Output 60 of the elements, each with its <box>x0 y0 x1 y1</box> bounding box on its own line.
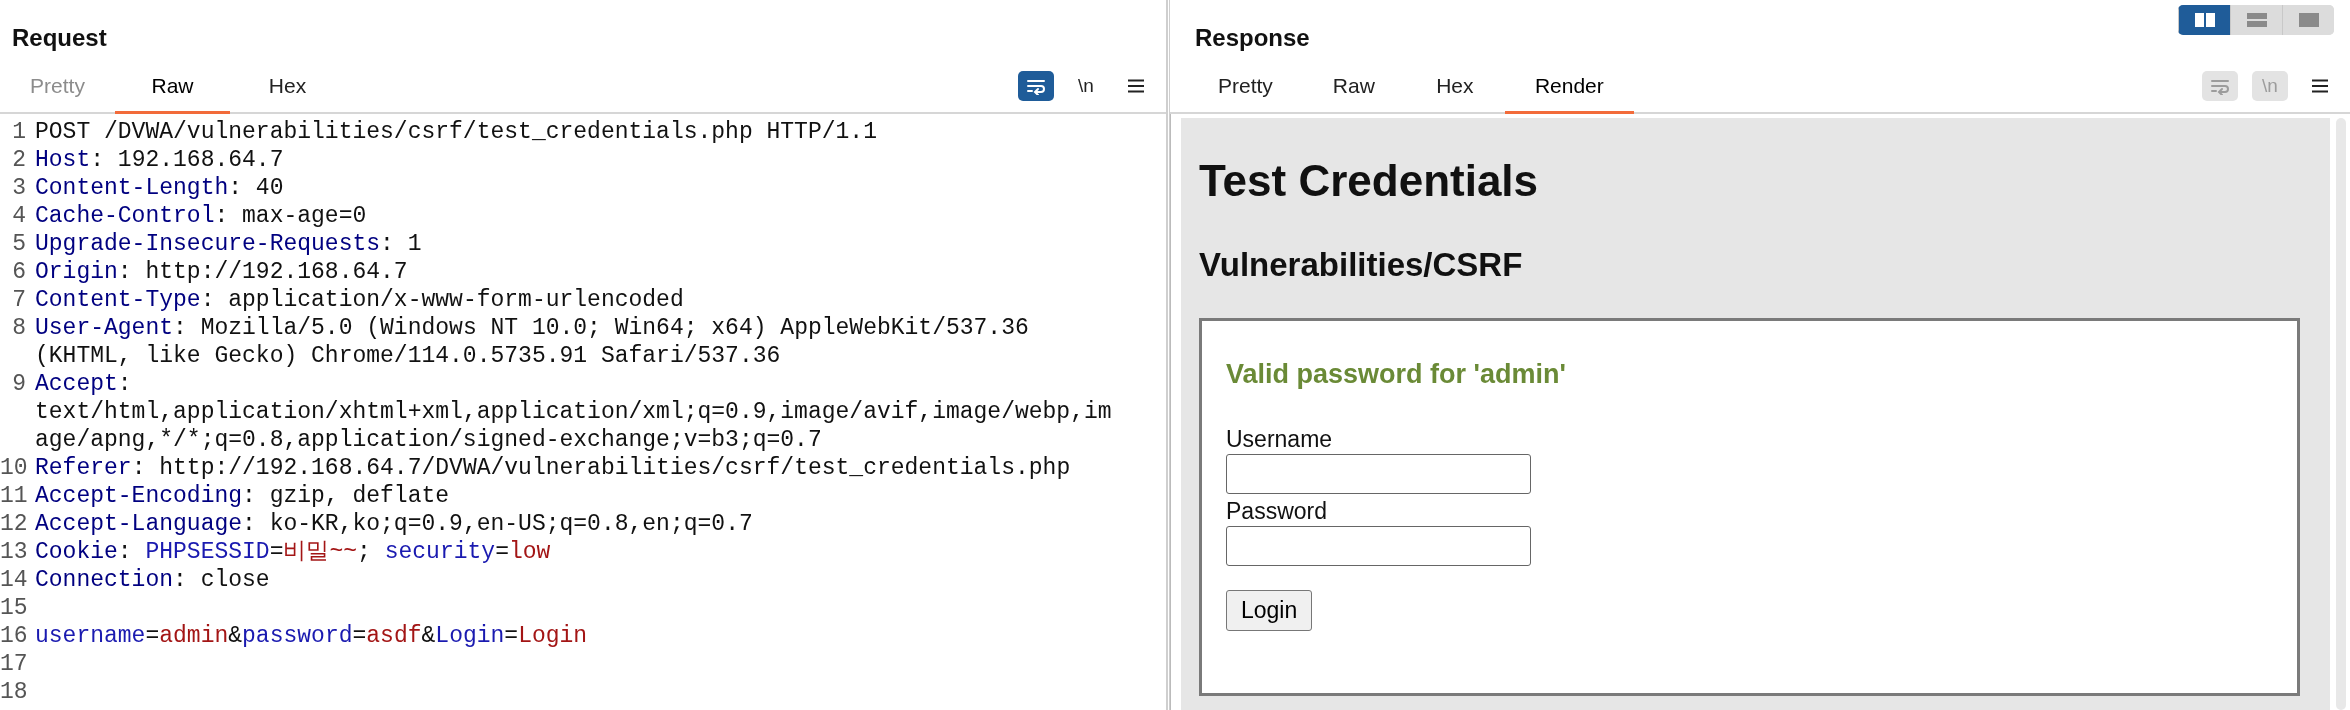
tab[interactable]: Pretty <box>1188 60 1303 114</box>
line-number: 15 <box>0 594 26 622</box>
single-pane-layout-icon <box>2297 12 2320 28</box>
side-by-side-layout-icon <box>2193 12 2216 28</box>
line-number: 14 <box>0 566 26 594</box>
newline-toggle-button[interactable]: \n <box>1068 71 1104 101</box>
input-field[interactable] <box>1226 526 1531 566</box>
word-wrap-button[interactable] <box>1018 71 1054 101</box>
page-subheading: Vulnerabilities/CSRF <box>1199 246 1524 284</box>
code-line: Origin: http://192.168.64.7 <box>35 258 409 286</box>
tab[interactable]: Raw <box>1302 60 1405 114</box>
code-line: POST /DVWA/vulnerabilities/csrf/test_credentials.php HTTP/1.1 <box>35 118 878 146</box>
field-label: Password <box>1226 498 1328 524</box>
line-number: 16 <box>0 622 26 650</box>
code-line: username=admin&password=asdf&Login=Login <box>35 622 589 650</box>
code-line: Cookie: PHPSESSID=비밀~~; security=low <box>35 538 552 566</box>
success-message: Valid password for 'admin' <box>1226 359 1567 390</box>
code-line: Accept-Language: ko-KR,ko;q=0.9,en-US;q=0.8,en;q=0.7 <box>35 510 754 538</box>
code-line: Content-Length: 40 <box>35 174 285 202</box>
code-line: Accept-Encoding: gzip, deflate <box>35 482 451 510</box>
line-number: 8 <box>11 314 26 343</box>
tab[interactable]: Raw <box>115 60 230 114</box>
code-line: Content-Type: application/x-www-form-urlencoded <box>35 286 685 314</box>
tab[interactable]: Render <box>1504 60 1634 114</box>
field-label: Username <box>1226 426 1334 452</box>
line-number: 7 <box>11 286 26 314</box>
layout-toggle-button[interactable] <box>2178 5 2230 35</box>
line-number: 1 <box>11 118 26 146</box>
tab[interactable]: Hex <box>1404 60 1505 114</box>
line-number: 6 <box>11 258 26 286</box>
pane-title: Response <box>1195 24 1310 52</box>
line-number: 12 <box>0 510 26 538</box>
code-line: Accept: text/html,application/xhtml+xml,application/xml;q=0.9,image/avif,image/webp,image/apng,*/*;q=0.8,application/signed-exchange;v=b3;q=0.7 <box>35 370 1112 454</box>
menu-icon <box>1127 79 1145 93</box>
tab[interactable]: Hex <box>230 60 345 114</box>
code-line: Upgrade-Insecure-Requests: 1 <box>35 230 423 258</box>
line-number: 11 <box>0 482 26 510</box>
word-wrap-icon <box>2209 77 2231 95</box>
pane-title: Request <box>12 24 107 52</box>
code-line: Connection: close <box>35 566 271 594</box>
input-field[interactable] <box>1226 454 1531 494</box>
line-number: 4 <box>11 202 26 230</box>
code-line: User-Agent: Mozilla/5.0 (Windows NT 10.0; Win64; x64) AppleWebKit/537.36 (KHTML, like Gecko) Chrome/114.0.5735.91 Safari/537.36 <box>35 314 1030 370</box>
line-number: 17 <box>0 650 26 678</box>
layout-toggle-button[interactable] <box>2282 5 2334 35</box>
login-button[interactable]: Login <box>1226 590 1313 631</box>
code-line: Referer: http://192.168.64.7/DVWA/vulnerabilities/csrf/test_credentials.php <box>35 454 1072 482</box>
line-number: 3 <box>11 174 26 202</box>
code-line: Host: 192.168.64.7 <box>35 146 285 174</box>
word-wrap-icon <box>1025 77 1047 95</box>
stacked-layout-icon <box>2245 12 2268 28</box>
page-heading: Test Credentials <box>1199 156 1540 206</box>
line-number: 5 <box>11 230 26 258</box>
line-number: 13 <box>0 538 26 566</box>
menu-icon <box>2311 79 2329 93</box>
line-number: 18 <box>0 678 26 706</box>
line-number: 10 <box>0 454 26 482</box>
line-number: 2 <box>11 146 26 174</box>
code-line: Cache-Control: max-age=0 <box>35 202 368 230</box>
line-number: 9 <box>11 370 26 399</box>
